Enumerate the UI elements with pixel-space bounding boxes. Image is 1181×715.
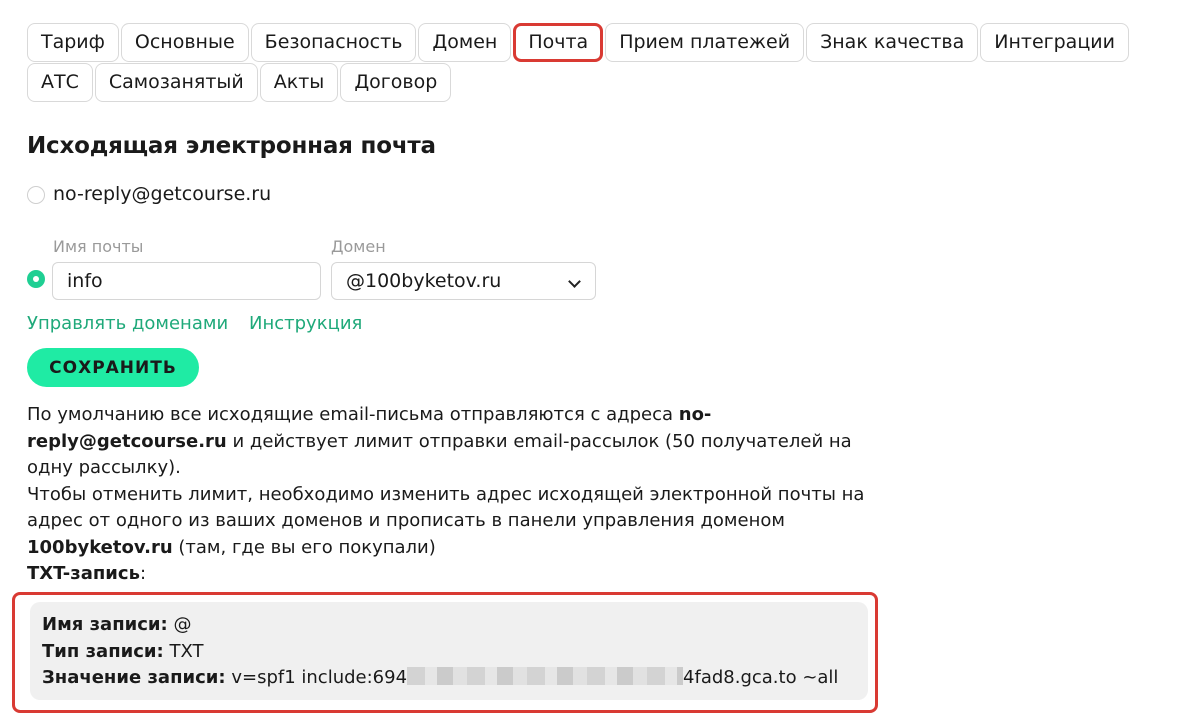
tab-basic[interactable]: Основные <box>120 23 249 62</box>
tab-integrations[interactable]: Интеграции <box>980 23 1129 62</box>
domain-label: Домен <box>331 237 386 256</box>
record-value-label: Значение записи: <box>42 667 226 688</box>
record-type-value: TXT <box>169 640 204 662</box>
record-value-line: Значение записи: v=spf1 include:694 4fad8… <box>42 665 856 692</box>
record-name-value: @ <box>173 614 192 635</box>
mail-name-input[interactable]: info <box>52 262 321 300</box>
info-text: По умолчанию все исходящие email-письма … <box>27 402 887 588</box>
manage-domains-link[interactable]: Управлять доменами <box>27 313 228 334</box>
section-title: Исходящая электронная почта <box>27 133 436 159</box>
record-type-line: Тип записи: TXT <box>42 639 856 666</box>
domain-bold: 100byketov.ru <box>27 536 173 558</box>
tab-mail[interactable]: Почта <box>513 23 604 62</box>
info-text-3: Чтобы отменить лимит, необходимо изменит… <box>27 483 865 532</box>
tab-payments[interactable]: Прием платежей <box>605 23 805 62</box>
tab-quality-mark[interactable]: Знак качества <box>806 23 979 62</box>
tab-domain[interactable]: Домен <box>418 23 512 62</box>
tab-contract[interactable]: Договор <box>340 63 452 102</box>
domain-select-value: @100byketov.ru <box>346 270 502 292</box>
record-type-label: Тип записи: <box>42 640 164 662</box>
mail-name-label: Имя почты <box>53 237 144 256</box>
txt-record-colon: : <box>139 563 147 584</box>
tab-security[interactable]: Безопасность <box>250 23 417 62</box>
record-name-line: Имя записи: @ <box>42 612 856 639</box>
chevron-down-icon <box>568 275 581 288</box>
tabs-row-2: АТС Самозанятый Акты Договор <box>27 63 1107 103</box>
record-name-label: Имя записи: <box>42 614 168 635</box>
txt-record-box: Имя записи: @ Тип записи: TXT Значение з… <box>30 602 868 700</box>
txt-record-highlight: Имя записи: @ Тип записи: TXT Значение з… <box>12 592 878 713</box>
info-text-4: (там, где вы его покупали) <box>172 536 436 558</box>
instruction-link[interactable]: Инструкция <box>249 313 362 334</box>
tab-acts[interactable]: Акты <box>259 63 339 102</box>
tab-ats[interactable]: АТС <box>27 63 93 102</box>
record-value-suffix: 4fad8.gca.to ~all <box>683 667 839 688</box>
domain-select[interactable]: @100byketov.ru <box>331 262 596 300</box>
radio-custom-email[interactable] <box>27 270 45 288</box>
tab-tariff[interactable]: Тариф <box>27 23 119 62</box>
info-text-1: По умолчанию все исходящие email-письма … <box>27 404 679 425</box>
save-button[interactable]: СОХРАНИТЬ <box>27 348 199 387</box>
redacted-blur <box>407 667 684 685</box>
radio-default-email[interactable] <box>27 186 45 204</box>
tab-self-employed[interactable]: Самозанятый <box>94 63 258 102</box>
default-email-label: no-reply@getcourse.ru <box>53 183 272 205</box>
record-value-prefix: v=spf1 include:694 <box>231 667 408 688</box>
settings-tabs: Тариф Основные Безопасность Домен Почта … <box>27 23 1129 103</box>
txt-record-label: TXT-запись <box>27 563 140 584</box>
tabs-row-1: Тариф Основные Безопасность Домен Почта … <box>27 23 1129 63</box>
